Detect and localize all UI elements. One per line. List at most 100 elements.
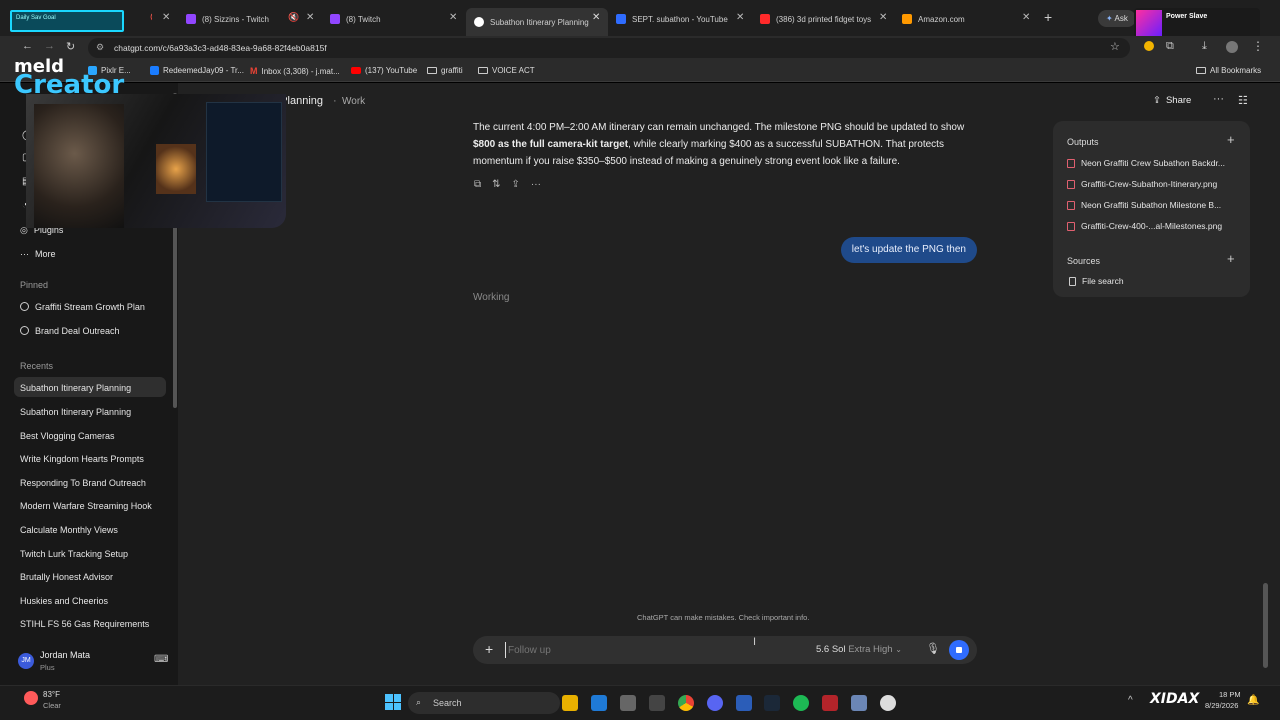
voicemod-icon[interactable] [822,695,838,711]
chrome-icon[interactable] [678,695,694,711]
sidebar-item-more[interactable]: ··· More [20,249,56,259]
source-item[interactable]: File search [1069,276,1124,286]
recent-item[interactable]: Calculate Monthly Views [20,525,118,535]
add-source-icon[interactable]: + [1227,251,1235,266]
recent-item[interactable]: Huskies and Cheerios [20,596,108,606]
effort-level: Extra High [848,644,893,655]
bookmark-star-icon[interactable]: ☆ [1110,40,1120,53]
stop-button[interactable] [949,640,969,660]
keyboard-icon[interactable]: ⌨ [154,654,168,665]
output-file[interactable]: Graffiti-Crew-Subathon-Itinerary.png [1067,179,1217,189]
pinned-item[interactable]: Graffiti Stream Growth Plan [20,302,145,312]
steam-icon[interactable] [764,695,780,711]
recent-item[interactable]: Brutally Honest Advisor [20,572,113,582]
start-button[interactable] [385,694,401,710]
browser-menu-icon[interactable]: ⋮ [1252,39,1264,53]
microphone-icon[interactable]: 🎙 [926,642,940,655]
extension-icon[interactable] [1144,41,1154,51]
recent-item[interactable]: Twitch Lurk Tracking Setup [20,549,128,559]
output-file[interactable]: Neon Graffiti Crew Subathon Backdr... [1067,158,1225,168]
ask-gemini-button[interactable]: ✦ Ask [1098,10,1136,27]
profile-avatar[interactable] [1226,41,1238,53]
new-tab-icon[interactable]: + [1044,9,1052,25]
amazon-icon [902,14,912,24]
close-tab-icon[interactable]: ✕ [879,12,887,23]
bookmark-youtube[interactable]: (137) YouTube [351,66,417,75]
clock-date[interactable]: 8/29/2026 [1205,701,1238,710]
tab-youtube-subathon[interactable]: SEPT. subathon - YouTube [616,8,728,30]
app-icon[interactable] [620,695,636,711]
share-label: Share [1165,95,1192,106]
all-bookmarks-button[interactable]: All Bookmarks [1196,66,1261,75]
recent-item[interactable]: Best Vlogging Cameras [20,431,115,441]
text-cursor-icon: I [753,636,757,648]
stop-icon [956,647,962,653]
main-scrollbar[interactable] [1263,583,1268,668]
weather-temp[interactable]: 83°F [43,690,60,699]
close-tab-icon[interactable]: ✕ [449,12,457,23]
clock-time[interactable]: 18 PM [1219,690,1241,699]
follow-up-input[interactable] [505,642,765,658]
close-tab-icon[interactable]: ✕ [592,12,600,23]
recent-item[interactable]: Modern Warfare Streaming Hook [20,501,152,511]
shield-icon [616,14,626,24]
puzzle-icon[interactable]: ⧉ [1166,40,1174,53]
more-dots-icon[interactable]: ··· [531,179,541,190]
taskbar-search[interactable]: ⌕ Search [408,692,560,714]
model-selector[interactable]: 5.6 Sol Extra High ⌄ [816,644,902,655]
bookmark-folder-graffiti[interactable]: graffiti [427,66,463,75]
working-status: Working [473,292,510,303]
close-tab-icon[interactable]: ✕ [1022,12,1030,23]
app-icon[interactable] [649,695,665,711]
tray-chevron-icon[interactable]: ^ [1128,695,1133,706]
close-tab-icon[interactable]: ✕ [306,12,314,23]
project-label[interactable]: Work [342,96,365,107]
spotify-icon[interactable] [793,695,809,711]
recent-item[interactable]: Subathon Itinerary Planning [20,383,131,393]
copy-icon[interactable]: ⧉ [474,179,481,190]
tab-label: (8) Twitch [346,14,381,24]
obs-icon[interactable] [880,695,896,711]
youtube-icon [351,67,361,74]
panel-toggle-icon[interactable]: ☷ [1238,94,1248,107]
windows-taskbar: 83°F Clear ⌕ Search ^ XIDAX 18 PM 8/29/2… [0,685,1280,720]
user-message-bubble: let's update the PNG then [840,237,977,263]
recent-item[interactable]: STIHL FS 56 Gas Requirements [20,619,149,629]
download-icon[interactable]: ⤓ [1202,40,1207,53]
mute-icon[interactable]: 🔇 [288,12,299,23]
tab-twitch[interactable]: (8) Twitch [330,8,430,30]
recent-item[interactable]: Write Kingdom Hearts Prompts [20,454,144,464]
output-file[interactable]: Graffiti-Crew-400-...al-Milestones.png [1067,221,1222,231]
pinned-item-label: Brand Deal Outreach [35,326,120,336]
weather-icon[interactable] [24,691,38,705]
recent-item[interactable]: Subathon Itinerary Planning [20,407,131,417]
share-button[interactable]: ⇪ Share [1153,95,1191,106]
app-icon[interactable] [591,695,607,711]
tab-amazon[interactable]: Amazon.com [902,8,1012,30]
notification-bell-icon[interactable]: 🔔 [1247,695,1259,706]
tab-fidget-toys[interactable]: (386) 3d printed fidget toys [760,8,872,30]
add-output-icon[interactable]: + [1227,132,1235,147]
file-explorer-icon[interactable] [562,695,578,711]
more-options-icon[interactable]: ··· [1213,93,1224,105]
attach-plus-icon[interactable]: + [485,641,493,657]
pinned-item[interactable]: Brand Deal Outreach [20,326,120,336]
output-file-label: Neon Graffiti Crew Subathon Backdr... [1081,158,1225,168]
close-tab-icon[interactable]: ✕ [736,12,744,23]
output-file[interactable]: Neon Graffiti Subathon Milestone B... [1067,200,1221,210]
user-plan: Plus [40,663,55,672]
composer: + 5.6 Sol Extra High ⌄ 🎙 [473,636,977,664]
share-icon[interactable]: ⇪ [512,179,520,190]
bookmark-label: graffiti [441,66,463,75]
settings-icon[interactable] [851,695,867,711]
tab-label: Subathon Itinerary Planning [490,17,589,27]
bookmark-folder-voice-act[interactable]: VOICE ACT [478,66,535,75]
avatar[interactable]: JM [18,653,34,669]
recent-item[interactable]: Responding To Brand Outreach [20,478,146,488]
feedback-icon[interactable]: ⇅ [492,179,500,190]
output-file-label: Graffiti-Crew-400-...al-Milestones.png [1081,221,1223,231]
tab-subathon-itinerary[interactable]: Subathon Itinerary Planning [466,8,608,36]
user-name[interactable]: Jordan Mata [40,650,90,660]
discord-icon[interactable] [707,695,723,711]
meld-icon[interactable] [736,695,752,711]
